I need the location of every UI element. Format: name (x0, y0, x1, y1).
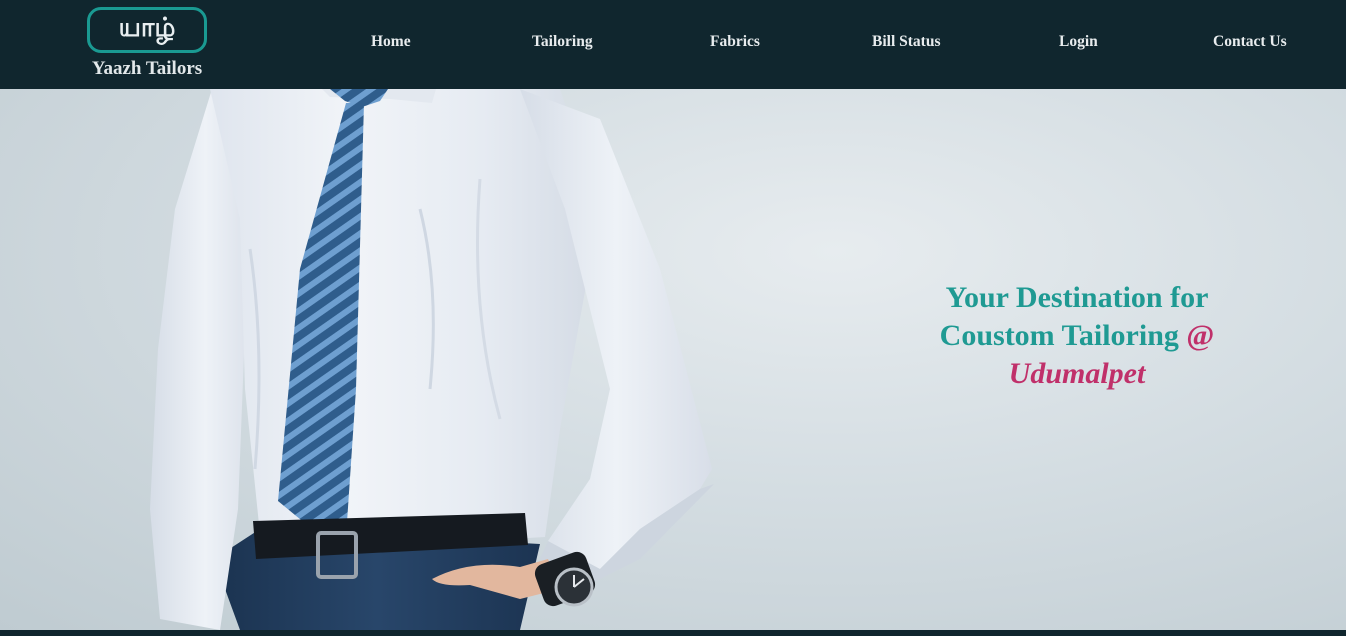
tagline-at-symbol: @ (1186, 319, 1215, 352)
nav-login-link[interactable]: Login (1059, 33, 1098, 51)
logo-badge: யாழ் (87, 7, 207, 53)
hero-tagline: Your Destination for Coustom Tailoring @… (906, 279, 1248, 393)
nav-tailoring-link[interactable]: Tailoring (532, 33, 593, 51)
tagline-line-2: Coustom Tailoring (939, 319, 1179, 352)
bottom-strip (0, 630, 1346, 636)
top-navbar: யாழ் Yaazh Tailors Home Tailoring Fabric… (0, 0, 1346, 89)
nav-bill-status-link[interactable]: Bill Status (872, 33, 940, 51)
nav-fabrics-link[interactable]: Fabrics (710, 33, 760, 51)
brand-name: Yaazh Tailors (91, 58, 203, 79)
brand-logo[interactable]: யாழ் Yaazh Tailors (86, 6, 208, 84)
hero-banner: Your Destination for Coustom Tailoring @… (0, 89, 1346, 630)
tagline-location: Udumalpet (1008, 357, 1146, 390)
nav-home-link[interactable]: Home (371, 33, 411, 51)
tagline-line-2-wrap: Coustom Tailoring @ (906, 317, 1248, 355)
logo-text: யாழ் (118, 13, 176, 43)
tagline-line-1: Your Destination for (945, 281, 1209, 314)
nav-contact-us-link[interactable]: Contact Us (1213, 33, 1287, 51)
